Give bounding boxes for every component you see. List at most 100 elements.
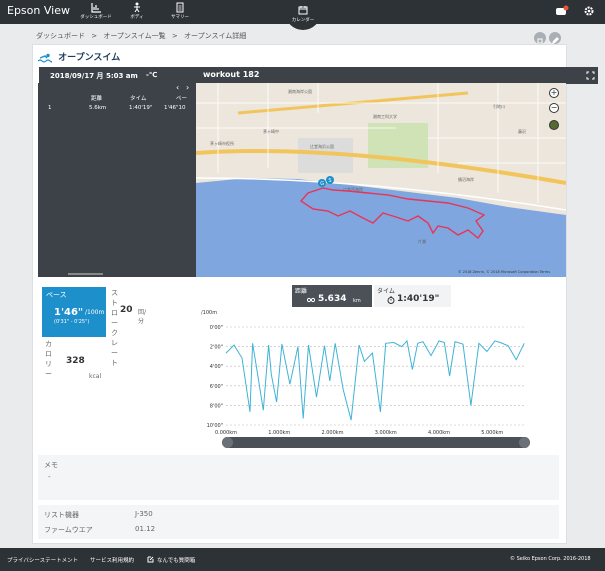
range-slider-handle-right[interactable] <box>519 437 530 448</box>
calorie-label: カロリー <box>45 340 52 378</box>
pace-value: 1'46" <box>54 307 84 318</box>
pace-chart: /100m 0'00" 2'00" 4'00" 6'00" 8'00" 10'00" 0.… <box>201 310 526 436</box>
time-tab-value: 1:40'19" <box>397 294 440 304</box>
minus-icon: − <box>550 103 558 112</box>
calorie-unit: kcal <box>89 373 102 380</box>
share-button[interactable] <box>534 32 546 44</box>
map-label: 鵠沼海岸 <box>458 176 474 182</box>
map-label: 辻堂海浜公園 <box>310 143 334 149</box>
map-label: 片瀬 <box>418 238 426 244</box>
breadcrumb-openswim-detail: オープンスイム詳細 <box>184 32 247 40</box>
contact-link[interactable]: なんでも質問箱 <box>157 556 195 564</box>
workout-datetime: 2018/09/17 月 5:03 am <box>50 72 138 80</box>
range-slider-handle-left[interactable] <box>222 437 233 448</box>
top-navigation-bar: Epson View ダッシュボード ボディ サマリー カレンダー <box>0 0 605 30</box>
y-tick-label: 0'00" <box>210 325 223 331</box>
workout-name: workout 182 <box>203 70 260 79</box>
time-tab[interactable]: タイム 1:40'19" <box>374 285 451 307</box>
body-icon <box>134 2 140 13</box>
plus-icon: + <box>550 88 558 97</box>
fullscreen-icon[interactable] <box>586 71 595 80</box>
distance-tab-value: 5.634 <box>318 294 347 304</box>
privacy-link[interactable]: プライバシーステートメント <box>7 556 78 564</box>
breadcrumb-dashboard[interactable]: ダッシュボード <box>36 32 85 40</box>
chart-x-axis: 0.000km 1.000km 2.000km 3.000km 4.000km 5.000… <box>215 430 503 436</box>
laps-panel: ‹ › 距離 タイム ペー 1 5.6km 1:40'19" 1'46"10 <box>38 83 196 277</box>
breadcrumb: ダッシュボード > オープンスイム一覧 > オープンスイム詳細 <box>36 31 250 41</box>
nav-summary[interactable]: サマリー <box>160 2 200 20</box>
summary-icon <box>176 2 184 13</box>
firmware-label: ファームウエア <box>44 526 93 534</box>
distance-tab[interactable]: 距離 5.634 km <box>292 285 372 307</box>
stroke-rate-unit: 回/分 <box>138 309 147 325</box>
memo-section: メモ - <box>38 455 559 500</box>
pace-tile[interactable]: ペース 1'46" /100m (0'31" - 0'25") <box>42 287 106 337</box>
chart-ylabel: /100m <box>201 310 217 316</box>
app-logo[interactable]: Epson View <box>7 4 70 17</box>
distance-tab-unit: km <box>353 298 361 304</box>
chevron-left-icon[interactable]: ‹ <box>176 83 179 92</box>
notification-icon[interactable] <box>555 5 569 17</box>
page-title: オープンスイム <box>37 50 121 63</box>
pace-unit: /100m <box>85 309 105 316</box>
lap-time: 1:40'19" <box>129 105 153 111</box>
goal-marker[interactable]: G <box>318 179 326 187</box>
edit-button[interactable] <box>549 32 561 44</box>
device-label: リスト機器 <box>44 511 79 519</box>
stopwatch-icon <box>387 296 395 304</box>
copyright: © Seiko Epson Corp. 2016-2018 <box>510 556 591 562</box>
nav-dashboard[interactable]: ダッシュボード <box>76 2 116 20</box>
map-type-button[interactable] <box>549 120 559 130</box>
calorie-value: 328 <box>66 356 85 366</box>
gear-icon[interactable] <box>583 5 595 17</box>
range-slider[interactable] <box>222 437 530 448</box>
stroke-rate-label: ストロークレート <box>111 289 118 367</box>
map-label: 湘南工科大学 <box>373 113 397 119</box>
lap-distance: 5.6km <box>89 105 107 111</box>
nav-calendar-label: カレンダー <box>291 18 315 23</box>
dashboard-icon <box>91 3 101 13</box>
lap-pace: 1'46"10 <box>164 105 186 111</box>
swim-icon <box>37 53 53 63</box>
laps-header-pace: ペー <box>176 96 188 102</box>
start-marker[interactable]: S <box>326 176 334 184</box>
y-tick-label: 8'00" <box>210 403 223 409</box>
distance-tab-label: 距離 <box>295 288 308 295</box>
laps-header-time: タイム <box>130 96 147 102</box>
memo-label: メモ <box>44 461 58 469</box>
goal-marker-label: G <box>320 181 324 187</box>
chart-y-axis: 0'00" 2'00" 4'00" 6'00" 8'00" 10'00" <box>207 325 223 429</box>
y-tick-label: 10'00" <box>207 423 223 429</box>
lap-number: 1 <box>48 105 52 111</box>
map-label: 茅ヶ崎中 <box>263 128 279 134</box>
breadcrumb-separator: > <box>171 32 178 40</box>
breadcrumb-openswim-list[interactable]: オープンスイム一覧 <box>103 32 165 40</box>
pace-label: ペース <box>46 291 67 299</box>
map-attribution: © 2018 Zenrin, © 2018 Microsoft Corporat… <box>458 270 550 274</box>
page-title-text: オープンスイム <box>58 53 121 63</box>
series-line <box>225 339 525 421</box>
footer: プライバシーステートメント サービス利用規約 なんでも質問箱 © Seiko E… <box>0 548 605 571</box>
x-tick-label: 0.000km <box>215 430 237 436</box>
time-tab-label: タイム <box>377 288 395 295</box>
nav-body[interactable]: ボディ <box>117 2 157 20</box>
map-label: 藤沢 <box>518 128 526 134</box>
terms-link[interactable]: サービス利用規約 <box>90 556 134 564</box>
map-label: 引地川 <box>493 103 505 109</box>
breadcrumb-separator: > <box>91 32 98 40</box>
y-tick-label: 2'00" <box>210 345 223 351</box>
chevron-right-icon[interactable]: › <box>186 83 189 92</box>
x-tick-label: 1.000km <box>268 430 290 436</box>
nav-body-label: ボディ <box>130 15 144 20</box>
x-tick-label: 3.000km <box>375 430 397 436</box>
nav-dashboard-label: ダッシュボード <box>80 15 112 20</box>
memo-value: - <box>48 473 51 481</box>
nav-summary-label: サマリー <box>171 15 189 20</box>
zoom-out-button[interactable]: − <box>549 103 559 113</box>
distance-icon <box>307 297 315 303</box>
zoom-in-button[interactable]: + <box>549 88 559 98</box>
nav-calendar[interactable]: カレンダー <box>285 0 321 30</box>
laps-scrollbar[interactable] <box>68 273 103 275</box>
map-label: 湘南海岸公園 <box>288 88 312 94</box>
device-value: J-350 <box>135 510 153 518</box>
